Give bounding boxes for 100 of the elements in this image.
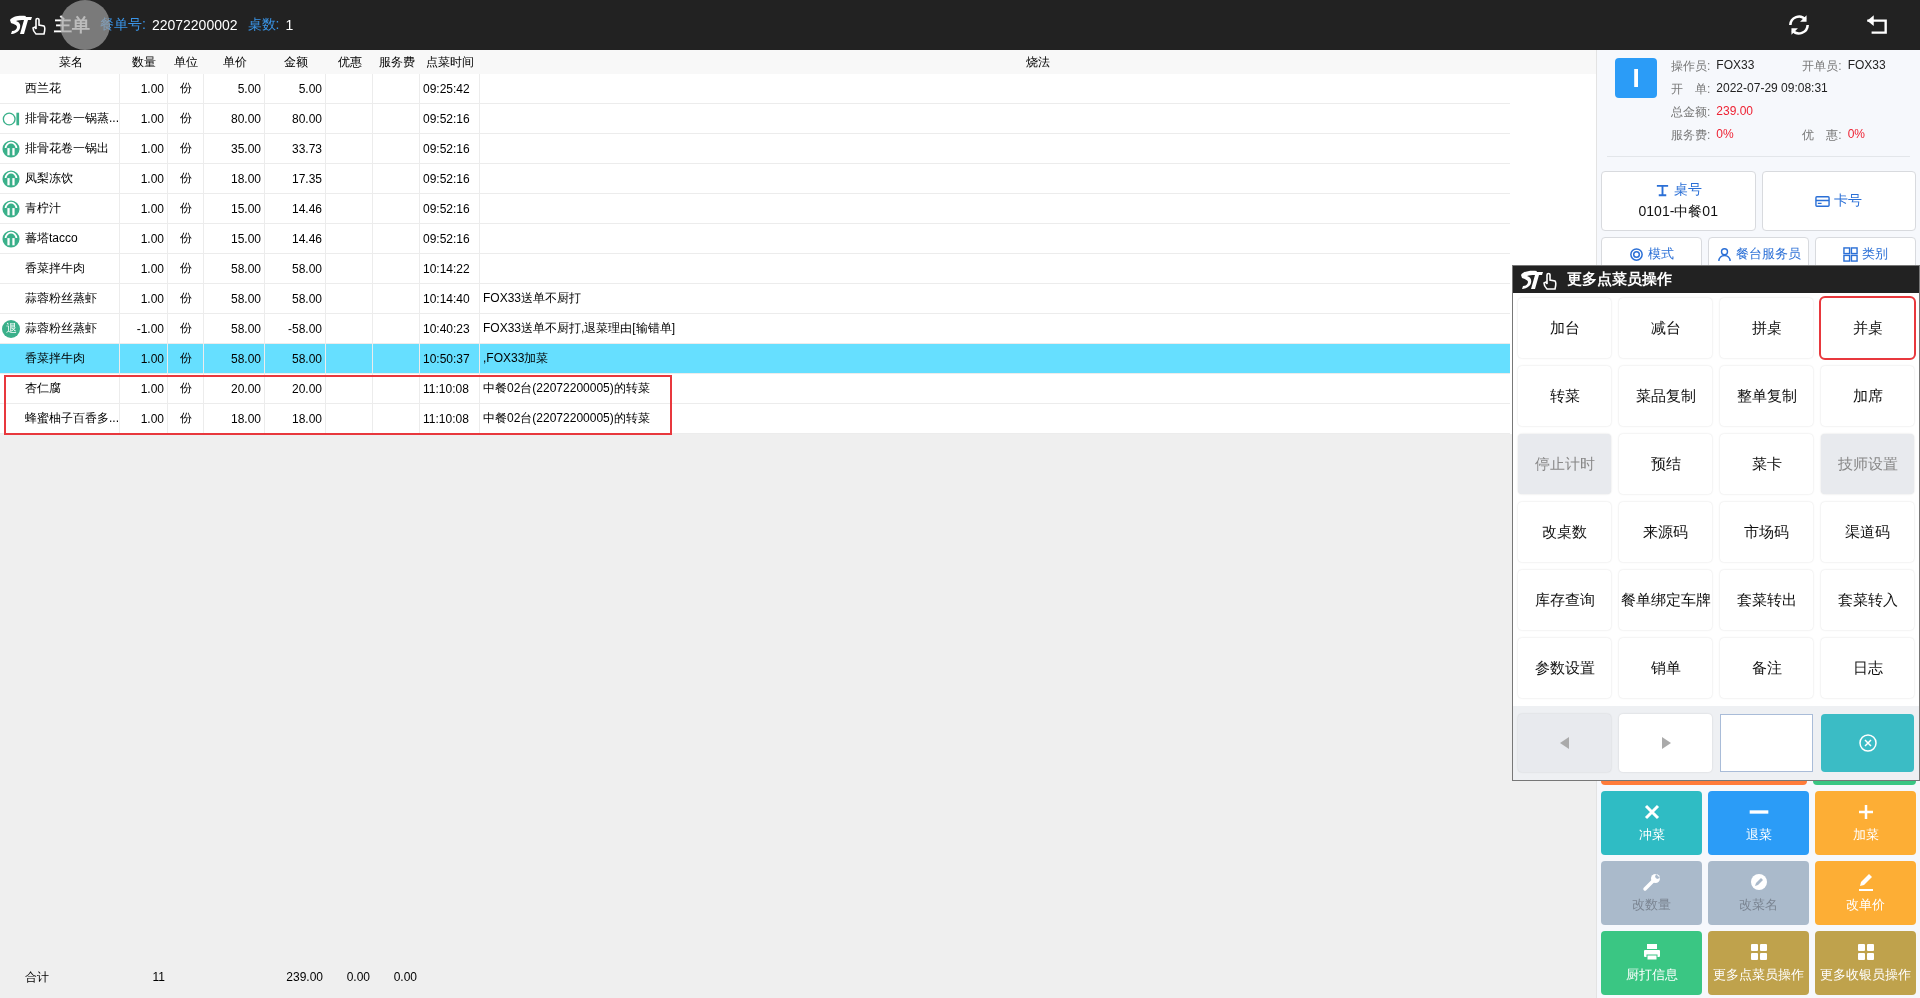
- card-icon: [1815, 193, 1831, 209]
- table-cell: 15.00: [204, 224, 265, 253]
- menu-button[interactable]: 拼桌: [1720, 298, 1813, 358]
- menu-button[interactable]: 预结: [1619, 434, 1712, 494]
- table-icon: [1654, 182, 1670, 198]
- table-cell: 份: [168, 164, 204, 193]
- popup-title: 更多点菜员操作: [1567, 270, 1672, 289]
- total-amount: 239.00: [285, 970, 324, 984]
- table-cell: 58.00: [204, 254, 265, 283]
- menu-button[interactable]: 参数设置: [1518, 638, 1611, 698]
- field-label: 操作员:: [1671, 58, 1711, 75]
- table-cell: 杏仁腐: [22, 374, 120, 403]
- input-field[interactable]: [1720, 714, 1813, 772]
- table-cell: 蒜蓉粉丝蒸虾: [22, 284, 120, 313]
- table-cell: 09:52:16: [420, 104, 480, 133]
- menu-button[interactable]: 加席: [1821, 366, 1914, 426]
- menu-button[interactable]: 菜品复制: [1619, 366, 1712, 426]
- table-cell: 20.00: [204, 374, 265, 403]
- refresh-icon[interactable]: [1786, 12, 1812, 38]
- grid-icon: [1855, 942, 1876, 962]
- table-row[interactable]: 退 蒜蓉粉丝蒸虾 -1.00 份 58.00 -58.00 10:40:23 FOX33送单不厨打,退菜理由[输错单]: [0, 314, 1510, 344]
- order-number: 22072200002: [151, 17, 238, 33]
- table-cell: 17.35: [265, 164, 326, 193]
- table-cell: 1.00: [120, 134, 168, 163]
- table-cell: 份: [168, 284, 204, 313]
- clear-button[interactable]: [1821, 714, 1914, 772]
- table-cell: 1.00: [120, 104, 168, 133]
- menu-button[interactable]: 菜卡: [1720, 434, 1813, 494]
- table-cell: 10:14:40: [420, 284, 480, 313]
- table-cell: 份: [168, 254, 204, 283]
- table-row[interactable]: 青柠汁 1.00 份 15.00 14.46 09:52:16: [0, 194, 1510, 224]
- table-cell: 58.00: [265, 344, 326, 373]
- table-row[interactable]: 蜂蜜柚子百香多... 1.00 份 18.00 18.00 11:10:08 中餐02台(22072200005)的转菜: [0, 404, 1510, 434]
- table-row[interactable]: 西兰花 1.00 份 5.00 5.00 09:25:42: [0, 74, 1510, 104]
- wrench-icon: [1641, 872, 1662, 892]
- table-number-button[interactable]: 桌号 0101-中餐01: [1601, 171, 1756, 231]
- table-cell: 58.00: [265, 284, 326, 313]
- menu-button[interactable]: 餐单绑定车牌: [1619, 570, 1712, 630]
- table-cell: 份: [168, 74, 204, 103]
- table-cell: 58.00: [204, 284, 265, 313]
- menu-button[interactable]: 套菜转入: [1821, 570, 1914, 630]
- menu-button[interactable]: 日志: [1821, 638, 1914, 698]
- menu-button[interactable]: 加台: [1518, 298, 1611, 358]
- table-cell: 1.00: [120, 194, 168, 223]
- field-value: FOX33: [1716, 58, 1756, 74]
- menu-button[interactable]: 库存查询: [1518, 570, 1611, 630]
- table-row[interactable]: 凤梨冻饮 1.00 份 18.00 17.35 09:52:16: [0, 164, 1510, 194]
- table-cell: 1.00: [120, 224, 168, 253]
- table-cell: 58.00: [204, 344, 265, 373]
- menu-button[interactable]: 整单复制: [1720, 366, 1813, 426]
- table-cell: 20.00: [265, 374, 326, 403]
- next-page-button[interactable]: [1619, 714, 1712, 772]
- table-cell: 蒜蓉粉丝蒸虾: [22, 314, 120, 343]
- table-row[interactable]: 杏仁腐 1.00 份 20.00 20.00 11:10:08 中餐02台(22072200005)的转菜: [0, 374, 1510, 404]
- table-cell-text: FOX33送单不厨打: [482, 290, 582, 307]
- table-cell: 18.00: [204, 164, 265, 193]
- table-row[interactable]: 香菜拌牛肉 1.00 份 58.00 58.00 10:50:37 ,FOX33加菜: [0, 344, 1510, 374]
- table-cell: 1.00: [120, 254, 168, 283]
- table-cell: 18.00: [204, 404, 265, 433]
- card-number-button[interactable]: 卡号: [1761, 171, 1916, 231]
- table-count-label: 桌数:: [247, 16, 280, 34]
- table-cell: 蕃塔tacco: [22, 224, 120, 253]
- total-label: 合计: [24, 968, 50, 986]
- table-cell: 1.00: [120, 284, 168, 313]
- table-row[interactable]: 排骨花卷一锅蒸... 1.00 份 80.00 80.00 09:52:16: [0, 104, 1510, 134]
- table-row[interactable]: 排骨花卷一锅出 1.00 份 35.00 33.73 09:52:16: [0, 134, 1510, 164]
- menu-button[interactable]: 渠道码: [1821, 502, 1914, 562]
- menu-button[interactable]: 销单: [1619, 638, 1712, 698]
- table-cell: 份: [168, 134, 204, 163]
- menu-button[interactable]: 改桌数: [1518, 502, 1611, 562]
- menu-button[interactable]: 备注: [1720, 638, 1813, 698]
- table-cell: 份: [168, 104, 204, 133]
- utensils-icon: [2, 229, 20, 248]
- table-cell: 份: [168, 374, 204, 403]
- table-cell: 18.00: [265, 404, 326, 433]
- table-cell: 10:14:22: [420, 254, 480, 283]
- field-value: 0%: [1847, 127, 1866, 143]
- table-count: 1: [285, 17, 294, 33]
- right-triangle-icon: [1660, 737, 1671, 749]
- field-label: 优 惠:: [1802, 127, 1842, 144]
- table-cell: 1.00: [120, 164, 168, 193]
- menu-button[interactable]: 套菜转出: [1720, 570, 1813, 630]
- menu-button[interactable]: 来源码: [1619, 502, 1712, 562]
- table-cell: 14.46: [265, 194, 326, 223]
- table-cell: 份: [168, 194, 204, 223]
- column-header: 单价: [221, 53, 248, 71]
- menu-button[interactable]: 转菜: [1518, 366, 1611, 426]
- table-cell: 09:52:16: [420, 164, 480, 193]
- table-row[interactable]: 蕃塔tacco 1.00 份 15.00 14.46 09:52:16: [0, 224, 1510, 254]
- menu-button[interactable]: 减台: [1619, 298, 1712, 358]
- table-row[interactable]: 香菜拌牛肉 1.00 份 58.00 58.00 10:14:22: [0, 254, 1510, 284]
- printer-icon: [1641, 942, 1662, 962]
- menu-button[interactable]: 并桌: [1821, 298, 1914, 358]
- table-cell: 青柠汁: [22, 194, 120, 223]
- table-cell-text: ,FOX33加菜: [482, 350, 550, 367]
- table-cell: 09:25:42: [420, 74, 480, 103]
- table-row[interactable]: 蒜蓉粉丝蒸虾 1.00 份 58.00 58.00 10:14:40 FOX33送单不厨打: [0, 284, 1510, 314]
- menu-button[interactable]: 市场码: [1720, 502, 1813, 562]
- table-cell: 1.00: [120, 374, 168, 403]
- minus-icon: [1748, 810, 1769, 814]
